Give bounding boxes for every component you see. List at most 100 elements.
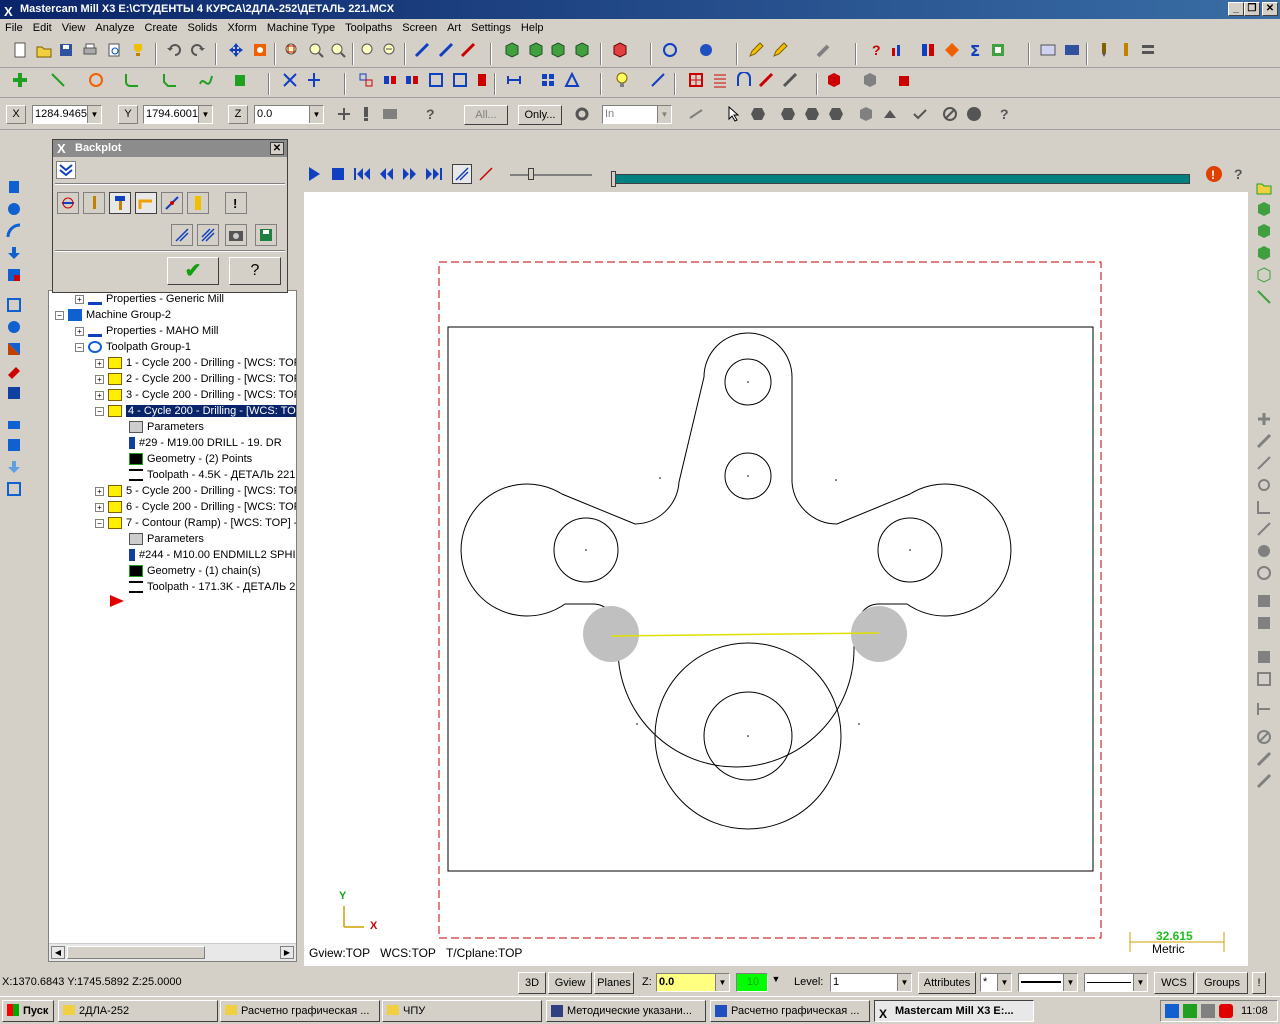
tray-icon-3[interactable] — [1201, 1004, 1215, 1018]
pencil-icon[interactable] — [746, 40, 766, 60]
taskbar-item[interactable]: Расчетно графическая ... — [220, 1000, 380, 1022]
gray-tool-13-icon[interactable] — [1256, 701, 1274, 717]
restore-button[interactable]: ❐ — [1244, 2, 1260, 16]
line-width-select[interactable]: ▼ — [1084, 973, 1148, 992]
speed-slider[interactable] — [510, 174, 592, 176]
gray-tool-7-icon[interactable] — [1256, 543, 1274, 559]
status-extra-button[interactable]: ! — [1252, 972, 1266, 994]
stop-alert-icon[interactable]: ! — [1204, 164, 1224, 184]
side-arc-icon[interactable] — [6, 223, 24, 239]
dimension-icon[interactable] — [504, 70, 524, 90]
menu-analyze[interactable]: Analyze — [90, 19, 139, 37]
tree-item[interactable]: +6 - Cycle 200 - Drilling - [WCS: TOP — [95, 499, 296, 515]
speed-slider-thumb[interactable] — [528, 168, 534, 180]
circle-select-icon[interactable] — [964, 104, 984, 124]
backplot-shank-icon[interactable] — [187, 192, 209, 214]
post-icon[interactable] — [988, 40, 1008, 60]
gray-tool-2-icon[interactable] — [1256, 433, 1274, 449]
taskbar-item[interactable]: Расчетно графическая ... — [710, 1000, 870, 1022]
endmill-tool-icon[interactable] — [1116, 40, 1136, 60]
gray-tool-16-icon[interactable] — [1256, 773, 1274, 789]
sigma-icon[interactable]: Σ — [966, 40, 986, 60]
lightbulb-icon[interactable] — [612, 70, 632, 90]
y-coord-input[interactable]: 1794.6001 ▼ — [143, 105, 213, 124]
y-coord-label[interactable]: Y — [118, 105, 138, 124]
selection-icon[interactable] — [380, 104, 400, 124]
tree-item[interactable]: Geometry - (1) chain(s) — [129, 563, 261, 579]
attributes-button[interactable]: Attributes — [918, 972, 976, 994]
right-view-icon[interactable] — [572, 40, 592, 60]
select-help-icon[interactable]: ? — [994, 104, 1014, 124]
menu-toolpaths[interactable]: Toolpaths — [340, 19, 397, 37]
camera-icon[interactable] — [225, 224, 247, 246]
start-button[interactable]: Пуск — [2, 1000, 54, 1022]
chamfer-icon[interactable] — [160, 70, 180, 90]
verify-icon[interactable] — [942, 40, 962, 60]
break-icon[interactable] — [304, 70, 324, 90]
wcs-button[interactable]: WCS — [1154, 972, 1194, 994]
gray-tool-11-icon[interactable] — [1256, 649, 1274, 665]
gray-tool-9-icon[interactable] — [1256, 593, 1274, 609]
play-icon[interactable] — [304, 164, 324, 184]
select-all-button[interactable]: All... — [464, 105, 508, 125]
color-dropdown-icon[interactable]: ▼ — [768, 974, 784, 984]
taskbar-item[interactable]: Методические указани... — [546, 1000, 706, 1022]
no-select-icon[interactable] — [940, 104, 960, 124]
chain-icon[interactable] — [686, 104, 706, 124]
side-import-icon[interactable] — [6, 459, 24, 475]
progress-thumb[interactable] — [611, 171, 616, 187]
verify-select-icon[interactable] — [910, 104, 930, 124]
tree-item[interactable]: +3 - Cycle 200 - Drilling - [WCS: TOP — [95, 387, 296, 403]
taskbar-item[interactable]: 2ДЛА-252 — [58, 1000, 218, 1022]
zoom-window-icon[interactable] — [306, 40, 326, 60]
gray-tool-14-icon[interactable] — [1256, 729, 1274, 745]
taskbar-item[interactable]: ЧПУ — [382, 1000, 542, 1022]
arc-icon[interactable] — [86, 70, 106, 90]
tree-item[interactable]: Parameters — [129, 531, 204, 547]
analyze-icon[interactable] — [412, 40, 432, 60]
graphics-viewport[interactable]: Y X 32.615 Metric Gview:TOP WCS:TOP T/Cp… — [304, 192, 1248, 966]
menu-settings[interactable]: Settings — [466, 19, 516, 37]
open-file-icon[interactable] — [34, 40, 54, 60]
backplot-tool-icon[interactable] — [83, 192, 105, 214]
autocursor-icon[interactable] — [356, 104, 376, 124]
gray-tool-1-icon[interactable] — [1256, 411, 1274, 427]
surface-icon[interactable] — [824, 70, 844, 90]
analyze-entity-icon[interactable] — [436, 40, 456, 60]
side-cut-icon[interactable] — [6, 341, 24, 357]
gray-tool-3-icon[interactable] — [1256, 455, 1274, 471]
green-cube-2-icon[interactable] — [1256, 223, 1274, 239]
backplot-trace-icon[interactable] — [197, 224, 219, 246]
xform-mirror-icon[interactable] — [380, 70, 400, 90]
open-folder-icon[interactable] — [1256, 179, 1274, 195]
cursor-icon[interactable] — [724, 104, 744, 124]
redo-icon[interactable] — [188, 40, 208, 60]
z-coord-input[interactable]: 0.0 ▼ — [254, 105, 324, 124]
gray-tool-5-icon[interactable] — [1256, 499, 1274, 515]
step-forward-icon[interactable] — [400, 164, 420, 184]
tree-item[interactable]: + Properties - MAHO Mill — [75, 323, 218, 339]
tray-icon-4[interactable] — [1219, 1004, 1233, 1018]
grid-icon[interactable] — [538, 70, 558, 90]
step-back-icon[interactable] — [376, 164, 396, 184]
arch-icon[interactable] — [734, 70, 754, 90]
backplot-path-icon[interactable] — [57, 192, 79, 214]
fillet-icon[interactable] — [122, 70, 142, 90]
color-box[interactable]: 10 — [736, 973, 768, 992]
zoom-out-icon[interactable] — [380, 40, 400, 60]
solid-icon[interactable] — [230, 70, 250, 90]
backplot-close-button[interactable]: ✕ — [270, 142, 284, 155]
tool-settings-icon[interactable] — [780, 70, 800, 90]
undo-icon[interactable] — [164, 40, 184, 60]
menu-art[interactable]: Art — [442, 19, 466, 37]
iso-view-icon[interactable] — [502, 40, 522, 60]
save-view-icon[interactable] — [1062, 40, 1082, 60]
menu-machine-type[interactable]: Machine Type — [262, 19, 340, 37]
surface-select-icon[interactable] — [880, 104, 900, 124]
gray-tool-8-icon[interactable] — [1256, 565, 1274, 581]
tree-item[interactable]: #244 - M10.00 ENDMILL2 SPHI — [129, 547, 296, 563]
side-shape-icon[interactable] — [6, 267, 24, 283]
save-icon[interactable] — [56, 40, 76, 60]
cube-select-icon[interactable] — [856, 104, 876, 124]
print-preview-icon[interactable] — [104, 40, 124, 60]
